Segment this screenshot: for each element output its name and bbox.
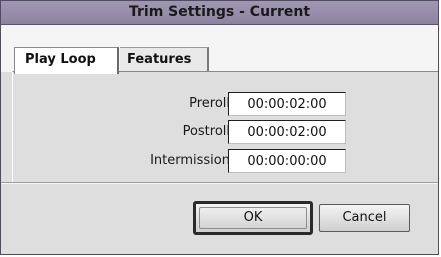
postroll-row: Postroll (13, 120, 439, 144)
trim-settings-dialog: Trim Settings - Current Play Loop Featur… (0, 0, 439, 255)
tab-features[interactable]: Features (120, 47, 209, 72)
title-bar[interactable]: Trim Settings - Current (1, 1, 438, 25)
intermission-row: Intermission (13, 149, 439, 173)
ok-button[interactable]: OK (193, 201, 313, 235)
intermission-field[interactable] (228, 149, 346, 173)
play-loop-panel: Preroll Postroll Intermission (12, 71, 438, 183)
preroll-row: Preroll (13, 92, 439, 116)
preroll-label: Preroll (189, 96, 230, 111)
ok-button-label: OK (199, 207, 307, 229)
button-area: OK Cancel (1, 184, 438, 254)
preroll-field[interactable] (228, 92, 346, 116)
tab-bar: Play Loop Features (1, 25, 438, 74)
cancel-button[interactable]: Cancel (319, 204, 410, 232)
postroll-field[interactable] (228, 120, 346, 144)
postroll-label: Postroll (182, 124, 230, 139)
tab-play-loop[interactable]: Play Loop (14, 47, 119, 74)
intermission-label: Intermission (150, 153, 230, 168)
dialog-title: Trim Settings - Current (128, 4, 311, 20)
